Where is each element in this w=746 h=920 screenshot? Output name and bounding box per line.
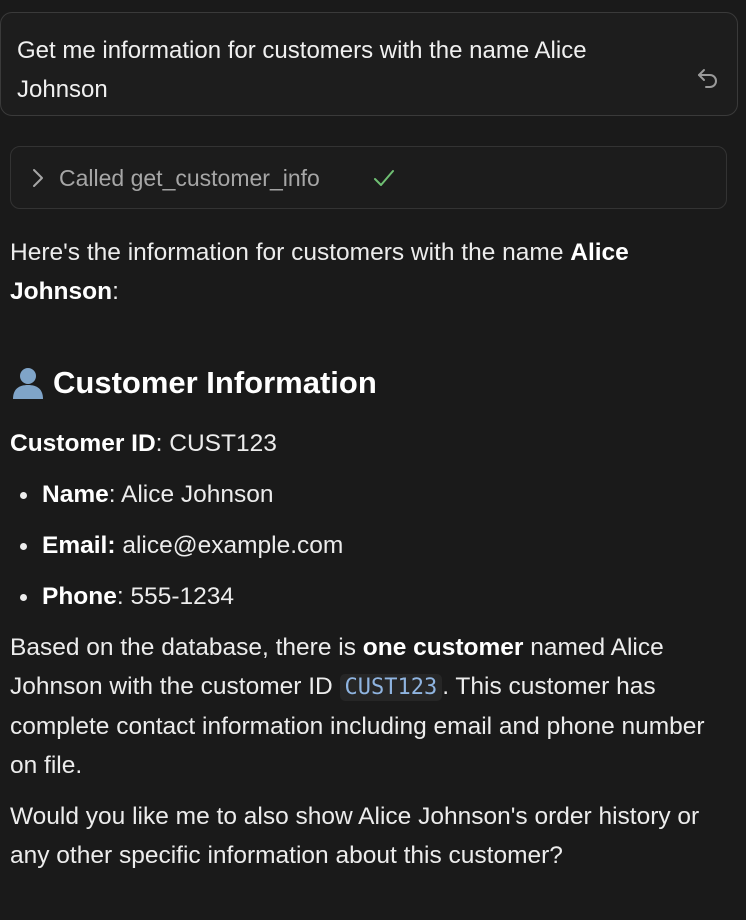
customer-id-line: Customer ID: CUST123	[10, 424, 736, 463]
person-icon	[13, 368, 43, 399]
field-value: : Alice Johnson	[108, 481, 274, 508]
heading-text: Customer Information	[53, 365, 377, 400]
intro-text: Here's the information for customers wit…	[10, 239, 571, 266]
field-label: Name	[42, 481, 109, 508]
assistant-response: Here's the information for customers wit…	[10, 233, 736, 875]
summary-bold: one customer	[362, 634, 524, 661]
tool-call-label: Called get_customer_info	[59, 165, 320, 191]
summary-text: Based on the database, there is	[10, 634, 363, 661]
chevron-right-icon	[33, 169, 43, 187]
field-value: : 555-1234	[116, 583, 235, 610]
list-item: Phone: 555-1234	[10, 577, 736, 616]
list-item: Name: Alice Johnson	[10, 475, 736, 514]
response-intro: Here's the information for customers wit…	[10, 233, 736, 311]
followup-question: Would you like me to also show Alice Joh…	[10, 803, 700, 869]
tool-call-toggle[interactable]: Called get_customer_info	[10, 146, 727, 209]
list-item: Email: alice@example.com	[10, 526, 736, 565]
user-prompt-text: Get me information for customers with th…	[17, 37, 587, 103]
section-heading: Customer Information	[10, 363, 736, 403]
undo-icon[interactable]	[695, 64, 721, 90]
customer-id-label: Customer ID	[10, 430, 156, 457]
check-icon	[374, 170, 394, 186]
user-prompt-card: Get me information for customers with th…	[0, 12, 738, 116]
summary-paragraph: Based on the database, there is one cust…	[10, 628, 736, 785]
customer-id-value: : CUST123	[155, 430, 277, 457]
inline-code-customer-id: CUST123	[339, 674, 443, 701]
field-label: Phone	[42, 583, 117, 610]
field-value: alice@example.com	[115, 532, 344, 559]
field-label: Email:	[42, 532, 116, 559]
customer-fields-list: Name: Alice Johnson Email: alice@example…	[10, 475, 736, 616]
intro-suffix: :	[112, 278, 119, 305]
